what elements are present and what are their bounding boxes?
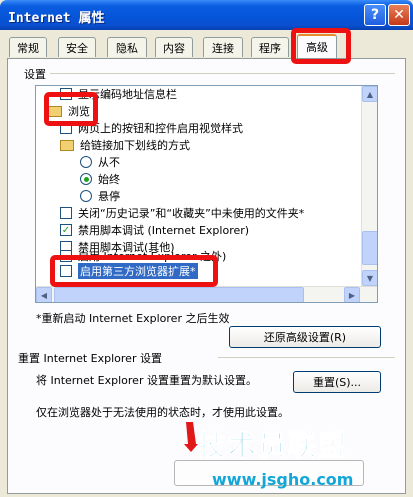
close-button[interactable]: ✕ [388,4,410,26]
red-arrow-icon [184,422,198,452]
folder-icon [60,139,74,151]
reset-section-title: 重置 Internet Explorer 设置 [18,352,162,365]
radio-button-selected[interactable] [80,173,92,185]
scroll-right-icon[interactable]: ▶ [344,287,360,302]
section-divider [218,357,395,358]
scroll-thumb[interactable] [54,287,304,302]
scroll-down-icon[interactable]: ▼ [362,270,377,286]
watermark-url: www.jsgho.com [212,470,354,489]
window-title: Internet 属性 [8,11,105,26]
help-icon: ? [370,7,380,23]
tab-privacy[interactable]: 隐私 [107,37,147,57]
horizontal-scrollbar[interactable]: ◀ ▶ [36,286,377,302]
tab-content[interactable]: 内容 [155,37,193,57]
watermark-logo: 技术员联盟 [198,429,349,463]
reset-warning: 仅在浏览器处于无法使用的状态时，才使用此设置。 [36,406,289,419]
reset-description: 将 Internet Explorer 设置重置为默认设置。 [36,374,257,387]
list-item-category: 给链接加下划线的方式 [60,137,190,153]
tab-security[interactable]: 安全 [58,37,96,57]
highlight-third-party-extensions [50,255,218,287]
scroll-up-icon[interactable]: ▲ [362,86,377,102]
restore-advanced-button[interactable]: 还原高级设置(R) [229,326,381,348]
tab-strip: 常规 安全 隐私 内容 连接 程序 高级 [0,34,413,58]
radio-button[interactable] [80,190,92,202]
tab-general[interactable]: 常规 [9,37,47,57]
list-item-radio[interactable]: 始终 [80,171,120,187]
checkbox[interactable] [60,207,72,219]
tab-programs[interactable]: 程序 [251,37,289,57]
highlight-advanced-tab [291,28,351,64]
list-item-radio[interactable]: 悬停 [80,188,120,204]
close-icon: ✕ [393,7,405,23]
list-item[interactable]: 关闭“历史记录”和“收藏夹”中未使用的文件夹* [60,205,304,221]
restart-note: *重新启动 Internet Explorer 之后生效 [36,312,230,325]
title-bar: Internet 属性 ? ✕ [0,0,413,30]
highlight-browse-category [44,92,98,126]
radio-button[interactable] [80,156,92,168]
scroll-left-icon[interactable]: ◀ [36,287,52,302]
help-button[interactable]: ? [364,4,386,26]
vertical-scrollbar[interactable]: ▲ ▼ [361,86,377,286]
checkbox-checked[interactable]: ✓ [60,224,72,236]
scroll-thumb[interactable] [362,231,377,265]
tab-connections[interactable]: 连接 [203,37,243,57]
settings-group-label: 设置 [24,68,46,81]
list-item-radio[interactable]: 从不 [80,154,120,170]
group-divider [50,73,395,74]
reset-button[interactable]: 重置(S)... [293,371,381,393]
list-item[interactable]: ✓ 禁用脚本调试 (Internet Explorer) [60,222,249,238]
